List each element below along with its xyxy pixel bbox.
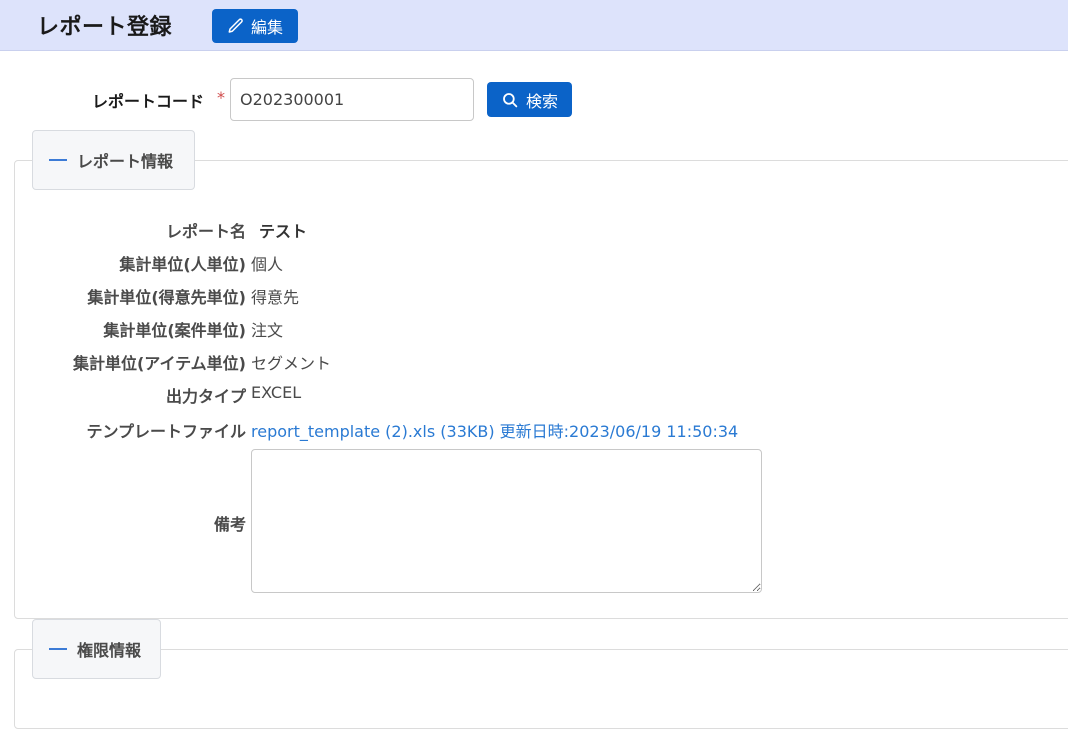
report-info-toggle[interactable]: レポート情報: [32, 130, 195, 190]
pencil-icon: [228, 18, 243, 33]
unit-customer-label: 集計単位(得意先単位): [87, 288, 246, 307]
memo-textarea[interactable]: [251, 449, 762, 593]
output-type-label: 出力タイプ: [165, 387, 246, 406]
unit-item-value: セグメント: [251, 354, 332, 373]
minus-icon: [49, 159, 67, 161]
report-name-value: テスト: [259, 222, 308, 241]
unit-person-label: 集計単位(人単位): [119, 255, 246, 274]
edit-button-label: 編集: [250, 18, 283, 37]
template-file-link[interactable]: report_template (2).xls (33KB) 更新日時:2023…: [251, 418, 738, 442]
report-info-title: レポート情報: [77, 152, 174, 171]
unit-customer-value: 得意先: [251, 288, 300, 307]
template-file-label: テンプレートファイル: [86, 422, 246, 441]
page-title: レポート登録: [37, 15, 173, 40]
report-code-label: レポートコード: [92, 92, 205, 111]
search-button[interactable]: 検索: [487, 82, 572, 117]
permission-info-panel: [14, 649, 1068, 729]
unit-item-label: 集計単位(アイテム単位): [72, 354, 246, 373]
unit-project-label: 集計単位(案件単位): [103, 321, 246, 340]
memo-label: 備考: [213, 515, 246, 534]
search-icon: [503, 92, 518, 107]
report-code-input[interactable]: [230, 78, 474, 121]
required-mark: *: [217, 88, 225, 107]
unit-project-value: 注文: [251, 321, 284, 340]
permission-info-toggle[interactable]: 権限情報: [32, 619, 161, 679]
output-type-value: EXCEL: [251, 383, 302, 402]
report-name-label: レポート名: [165, 222, 246, 241]
page-header: レポート登録 編集: [0, 0, 1068, 51]
minus-icon: [49, 648, 67, 650]
permission-info-title: 権限情報: [77, 641, 142, 660]
edit-button[interactable]: 編集: [212, 9, 298, 43]
search-button-label: 検索: [525, 91, 558, 111]
unit-person-value: 個人: [251, 255, 284, 274]
